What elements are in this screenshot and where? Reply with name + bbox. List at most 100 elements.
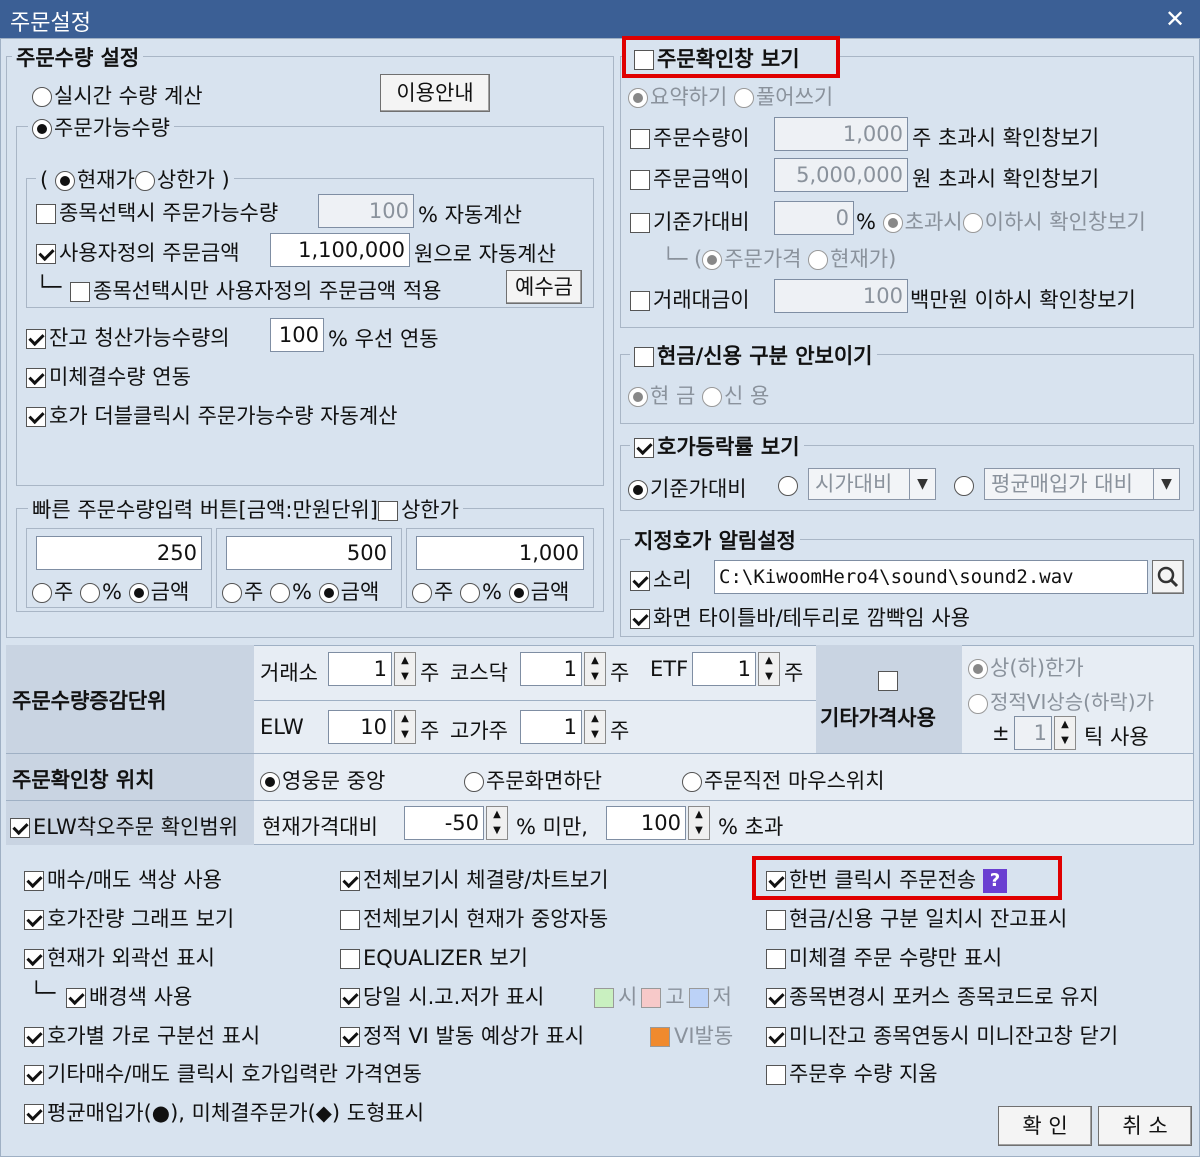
quick-3-amount[interactable]: 금액	[508, 580, 569, 604]
radio-pos-center[interactable]: 영웅문 중앙	[260, 765, 385, 795]
exchange-spin[interactable]: ▲ ▼	[394, 652, 416, 686]
quick-2-share[interactable]: 주	[222, 580, 263, 604]
kosdaq-input[interactable]: 1	[520, 652, 582, 686]
radio-upper[interactable]: 상한가	[134, 168, 215, 192]
buy-sell-color-check[interactable]: 매수/매도 색상 사용	[24, 864, 222, 894]
balance-pct-input[interactable]: 100	[270, 318, 324, 352]
item-select-check[interactable]: 종목선택시 주문가능수량	[36, 197, 278, 227]
cash-check[interactable]: 현금/신용 구분 안보이기	[630, 340, 877, 370]
help-icon[interactable]: ?	[982, 869, 1007, 893]
radio-rate-avg[interactable]	[954, 473, 976, 497]
etf-spin[interactable]: ▲ ▼	[758, 652, 780, 686]
ok-button[interactable]: 확 인	[998, 1106, 1092, 1146]
radio-orderable[interactable]: 주문가능수량	[28, 112, 174, 142]
sound-check[interactable]: 소리	[630, 564, 692, 594]
static-vi-check[interactable]: 정적 VI 발동 예상가 표시	[340, 1020, 584, 1050]
qty-input[interactable]: 1,000	[774, 117, 908, 151]
balance-check[interactable]: 잔고 청산가능수량의	[26, 322, 230, 352]
radio-full[interactable]: 풀어쓰기	[733, 85, 833, 109]
quick-input-3[interactable]: 1,000	[416, 536, 584, 570]
ohl-check[interactable]: 당일 시.고.저가 표시	[340, 981, 544, 1011]
clear-qty-check[interactable]: 주문후 수량 지움	[766, 1058, 938, 1088]
radio-current[interactable]: 현재가	[54, 168, 135, 192]
rate-avg-combo[interactable]: 평균매입가 대비 ▼	[984, 468, 1180, 500]
amt-input[interactable]: 5,000,000	[774, 158, 908, 192]
high-spin[interactable]: ▲ ▼	[584, 710, 606, 744]
radio-summary[interactable]: 요약하기	[628, 85, 727, 109]
high-input[interactable]: 1	[520, 710, 582, 744]
close-icon[interactable]: ✕	[1162, 6, 1188, 32]
unfilled-only-check[interactable]: 미체결 주문 수량만 표시	[766, 942, 1002, 972]
tick-spin[interactable]: ▲ ▼	[1054, 716, 1076, 750]
sound-path-input[interactable]: C:\KiwoomHero4\sound\sound2.wav	[714, 560, 1148, 594]
elw-low-spin[interactable]: ▲ ▼	[486, 806, 508, 840]
exchange-input[interactable]: 1	[328, 652, 392, 686]
blink-check[interactable]: 화면 타이틀바/테두리로 깜빡임 사용	[630, 602, 970, 632]
apply-only-check[interactable]: 종목선택시만 사용자정의 주문금액 적용	[70, 275, 441, 305]
custom-amount-check[interactable]: 사용자정의 주문금액	[36, 237, 240, 267]
etf-input[interactable]: 1	[692, 652, 756, 686]
other-price-check[interactable]	[878, 668, 901, 692]
custom-amount-input[interactable]: 1,100,000	[270, 233, 410, 267]
trade-input[interactable]: 100	[774, 279, 908, 313]
confirm-check[interactable]: 주문확인창 보기	[630, 43, 804, 73]
keep-focus-check[interactable]: 종목변경시 포커스 종목코드로 유지	[766, 981, 1099, 1011]
search-button[interactable]	[1152, 560, 1184, 594]
kosdaq-spin[interactable]: ▲ ▼	[584, 652, 606, 686]
fullview-center-check[interactable]: 전체보기시 현재가 중앙자동	[340, 903, 608, 933]
elw-range-check[interactable]: ELW착오주문 확인범위	[6, 801, 254, 845]
high-color-swatch[interactable]	[641, 988, 662, 1008]
radio-order-price[interactable]: 주문가격	[702, 247, 801, 271]
radio-static-vi[interactable]: 정적VI상승(하락)가	[968, 686, 1154, 715]
radio-rate-open[interactable]	[778, 473, 800, 497]
base-check[interactable]: 기준가대비	[630, 206, 750, 236]
tick-input[interactable]: 1	[1014, 716, 1052, 750]
deposit-button[interactable]: 예수금	[506, 270, 582, 304]
other-click-link-check[interactable]: 기타매수/매도 클릭시 호가입력란 가격연동	[24, 1058, 422, 1088]
elw-high-input[interactable]: 100	[606, 806, 686, 840]
mini-close-check[interactable]: 미니잔고 종목연동시 미니잔고창 닫기	[766, 1020, 1118, 1050]
elw-input[interactable]: 10	[328, 710, 392, 744]
item-select-pct-input[interactable]: 100	[318, 194, 414, 228]
guide-button[interactable]: 이용안내	[380, 74, 490, 112]
row-divider-check[interactable]: 호가별 가로 구분선 표시	[24, 1020, 260, 1050]
elw-spin[interactable]: ▲ ▼	[394, 710, 416, 744]
radio-pos-mouse[interactable]: 주문직전 마우스위치	[682, 765, 885, 795]
remain-graph-check[interactable]: 호가잔량 그래프 보기	[24, 903, 234, 933]
unfilled-check[interactable]: 미체결수량 연동	[26, 361, 191, 391]
rate-check[interactable]: 호가등락률 보기	[630, 431, 804, 461]
elw-high-spin[interactable]: ▲ ▼	[688, 806, 710, 840]
qty-check[interactable]: 주문수량이	[630, 122, 750, 152]
equalizer-check[interactable]: EQUALIZER 보기	[340, 942, 528, 972]
quick-input-2[interactable]: 500	[226, 536, 392, 570]
dblclick-check[interactable]: 호가 더블클릭시 주문가능수량 자동계산	[26, 400, 397, 430]
radio-over[interactable]: 초과시	[882, 210, 963, 234]
shape-display-check[interactable]: 평균매입가(●), 미체결주문가(◆) 도형표시	[24, 1097, 424, 1127]
quick-upper-check[interactable]: 상한가	[377, 498, 459, 522]
radio-credit[interactable]: 신 용	[702, 384, 769, 408]
radio-pos-bottom[interactable]: 주문화면하단	[464, 765, 602, 795]
radio-under[interactable]: 이하시 확인창보기	[962, 210, 1146, 234]
quick-2-pct[interactable]: %	[270, 580, 312, 604]
radio-cash[interactable]: 현 금	[628, 384, 695, 408]
vi-color-swatch[interactable]	[650, 1027, 670, 1047]
oneclick-check[interactable]: 한번 클릭시 주문전송 ?	[766, 864, 1007, 894]
radio-realtime[interactable]: 실시간 수량 계산	[32, 80, 203, 110]
rate-open-combo[interactable]: 시가대비 ▼	[808, 468, 936, 500]
trade-check[interactable]: 거래대금이	[630, 284, 750, 314]
cancel-button[interactable]: 취 소	[1098, 1106, 1192, 1146]
quick-1-share[interactable]: 주	[32, 580, 73, 604]
current-outline-check[interactable]: 현재가 외곽선 표시	[24, 942, 215, 972]
quick-input-1[interactable]: 250	[36, 536, 202, 570]
quick-3-pct[interactable]: %	[460, 580, 502, 604]
base-input[interactable]: 0	[774, 201, 854, 235]
elw-low-input[interactable]: -50	[404, 806, 484, 840]
radio-base-current[interactable]: 현재가	[808, 247, 888, 271]
quick-2-amount[interactable]: 금액	[318, 580, 379, 604]
quick-1-pct[interactable]: %	[80, 580, 122, 604]
radio-upper-lower[interactable]: 상(하)한가	[968, 652, 1084, 682]
quick-1-amount[interactable]: 금액	[128, 580, 189, 604]
bg-color-check[interactable]: 배경색 사용	[66, 981, 192, 1011]
quick-3-share[interactable]: 주	[412, 580, 453, 604]
fullview-chart-check[interactable]: 전체보기시 체결량/차트보기	[340, 864, 609, 894]
